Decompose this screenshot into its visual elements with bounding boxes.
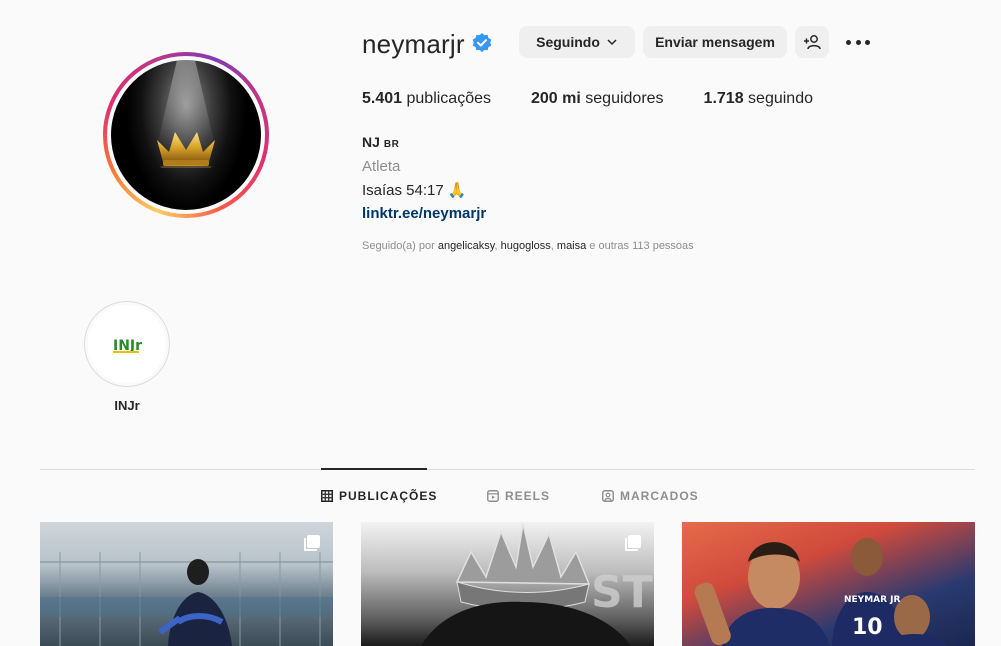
tagged-icon bbox=[602, 490, 614, 502]
dot bbox=[865, 39, 870, 45]
bio-link[interactable]: linktr.ee/neymarjr bbox=[362, 205, 486, 222]
bio-category: Atleta bbox=[362, 158, 401, 175]
profile-username: neymarjr bbox=[362, 29, 465, 59]
posts-count-stat: 5.401 publicações bbox=[362, 90, 491, 108]
bio-name-text: NJ bbox=[362, 134, 380, 150]
carousel-icon bbox=[625, 535, 641, 551]
send-message-label: Enviar mensagem bbox=[655, 34, 775, 50]
posts-count: 5.401 bbox=[362, 90, 403, 107]
suggested-accounts-button[interactable] bbox=[795, 26, 829, 58]
followed-by-suffix: e outras 113 pessoas bbox=[586, 240, 694, 252]
tab-tagged[interactable]: MARCADOS bbox=[602, 489, 699, 503]
post-thumbnail[interactable]: NEYMAR JR 10 bbox=[682, 522, 975, 646]
send-message-button[interactable]: Enviar mensagem bbox=[643, 26, 787, 58]
story-highlight-injr[interactable]: INJr bbox=[84, 301, 170, 387]
tab-reels-label: REELS bbox=[505, 489, 551, 503]
tab-reels[interactable]: REELS bbox=[487, 489, 550, 503]
following-label: seguindo bbox=[748, 90, 813, 107]
following-count: 1.718 bbox=[703, 90, 744, 107]
avatar-inner bbox=[107, 56, 265, 214]
chevron-down-icon bbox=[607, 39, 617, 46]
grid-icon bbox=[321, 490, 333, 502]
avatar bbox=[111, 60, 261, 210]
highlight-cover: INJr bbox=[88, 305, 166, 383]
post-image-psg: NEYMAR JR 10 bbox=[694, 538, 947, 646]
tabs-divider bbox=[40, 469, 975, 470]
dot bbox=[846, 39, 851, 45]
active-tab-indicator bbox=[321, 468, 427, 470]
post-image-crown: ST bbox=[421, 523, 653, 646]
followers-label: seguidores bbox=[585, 90, 664, 107]
profile-avatar-story-ring[interactable] bbox=[103, 52, 269, 218]
post-thumbnail[interactable] bbox=[40, 522, 333, 646]
following-button[interactable]: Seguindo bbox=[519, 26, 635, 58]
add-person-icon bbox=[804, 35, 821, 50]
following-button-label: Seguindo bbox=[536, 34, 600, 50]
svg-text:ST: ST bbox=[591, 567, 653, 618]
svg-text:10: 10 bbox=[852, 615, 883, 640]
followed-by-user[interactable]: maisa bbox=[557, 240, 586, 252]
followers-stat[interactable]: 200 mi seguidores bbox=[531, 90, 664, 108]
followed-by-user[interactable]: angelicaksy bbox=[438, 240, 495, 252]
profile-stats: 5.401 publicações 200 mi seguidores 1.71… bbox=[362, 90, 853, 108]
post-image-training bbox=[40, 552, 333, 646]
bio-text: Isaías 54:17 🙏 bbox=[362, 182, 467, 199]
following-stat[interactable]: 1.718 seguindo bbox=[704, 90, 813, 108]
country-flag: BR bbox=[383, 139, 400, 150]
tab-posts[interactable]: PUBLICAÇÕES bbox=[321, 489, 437, 503]
dot bbox=[855, 39, 861, 45]
followed-by-prefix: Seguido(a) por bbox=[362, 240, 438, 252]
highlight-label: INJr bbox=[114, 398, 140, 413]
posts-label: publicações bbox=[406, 90, 492, 107]
tab-posts-label: PUBLICAÇÕES bbox=[339, 489, 438, 503]
more-options-icon[interactable] bbox=[846, 33, 870, 51]
followers-count: 200 mi bbox=[531, 90, 581, 107]
injr-logo-icon: INJr bbox=[113, 338, 142, 354]
bio-full-name: NJ BR bbox=[362, 134, 399, 150]
followed-by-user[interactable]: hugogloss bbox=[501, 240, 551, 252]
tab-tagged-label: MARCADOS bbox=[620, 489, 699, 503]
svg-text:NEYMAR JR: NEYMAR JR bbox=[844, 595, 901, 605]
carousel-icon bbox=[304, 535, 320, 551]
reels-icon bbox=[487, 490, 499, 502]
verified-badge-icon bbox=[472, 33, 492, 53]
followed-by-text[interactable]: Seguido(a) por angelicaksy, hugogloss, m… bbox=[362, 240, 694, 252]
post-thumbnail[interactable]: ST bbox=[361, 522, 654, 646]
profile-page: neymarjr Seguindo Enviar mensagem 5.401 … bbox=[0, 0, 1001, 646]
crown-icon bbox=[157, 132, 215, 168]
